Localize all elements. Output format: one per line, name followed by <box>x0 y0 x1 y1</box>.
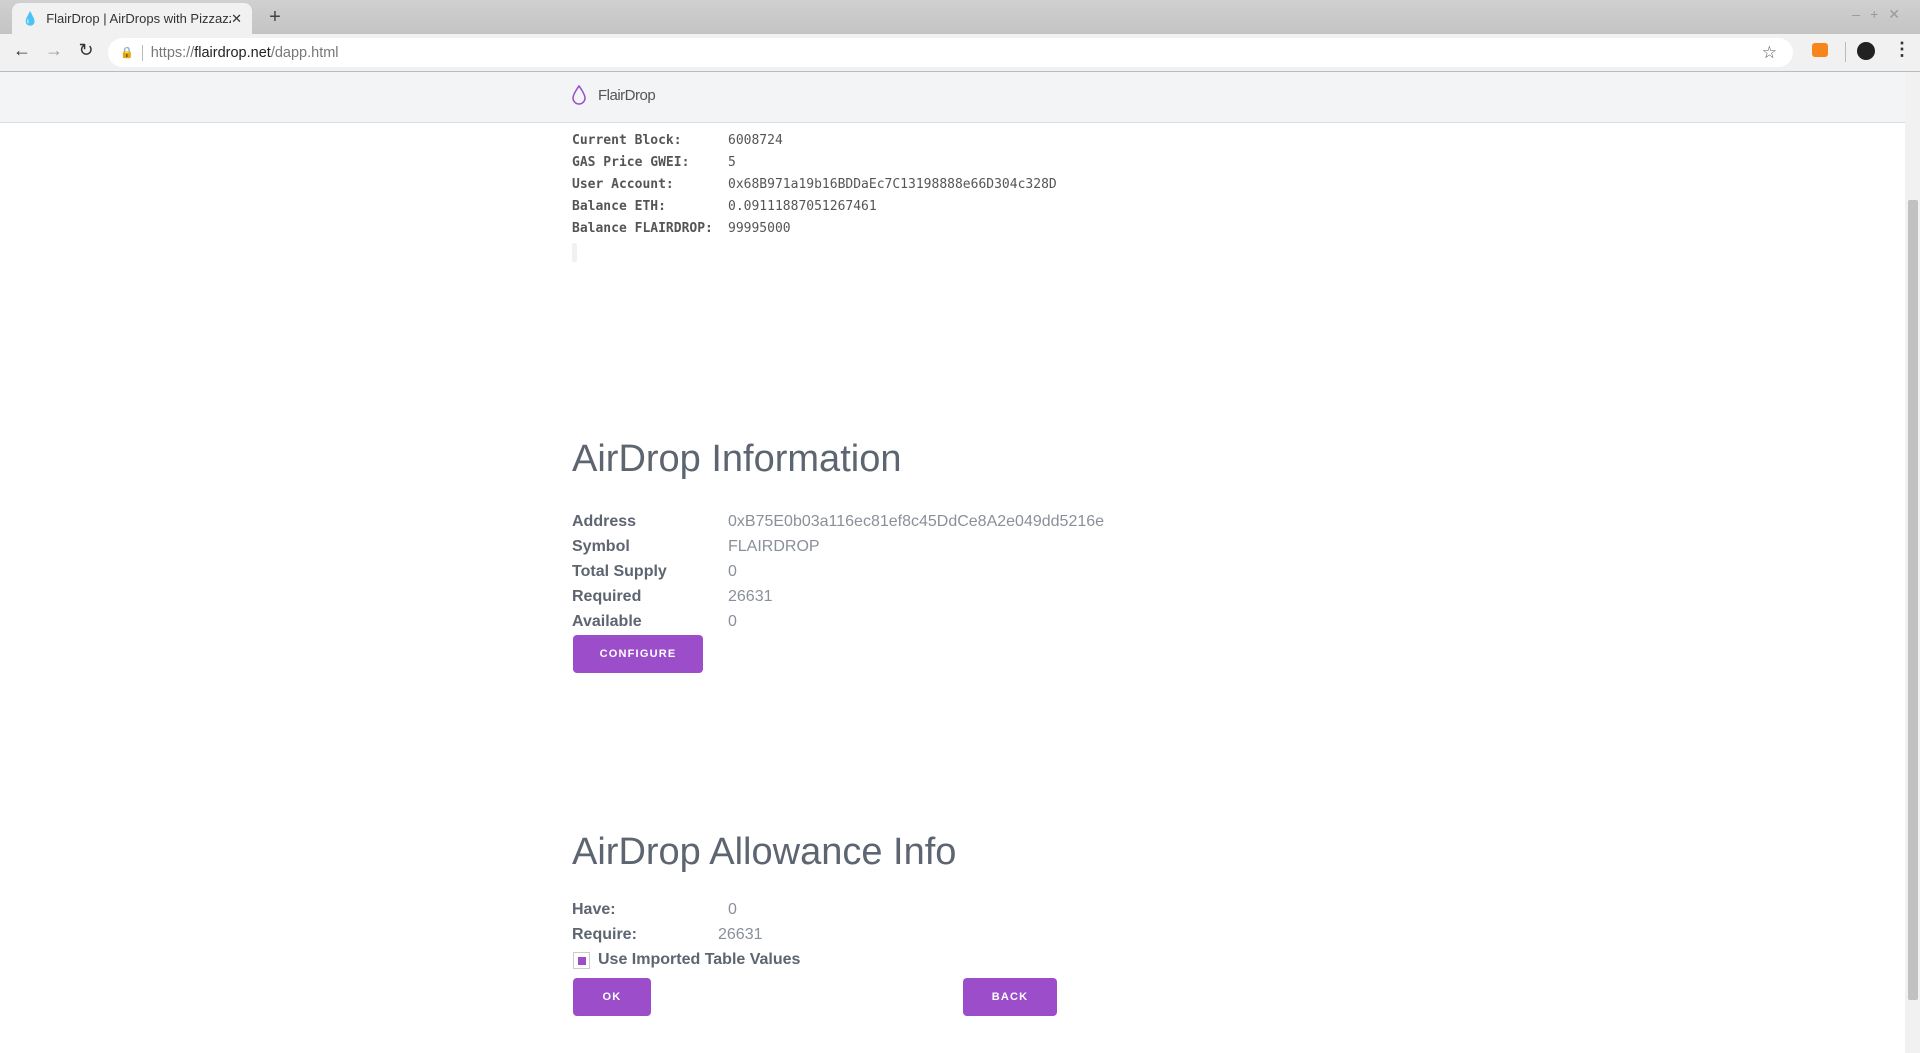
site-header: FlairDrop <box>0 72 1905 123</box>
url-domain: flairdrop.net <box>194 44 271 61</box>
value: 0 <box>728 563 737 580</box>
forward-icon[interactable]: → <box>42 40 66 61</box>
brand-name: FlairDrop <box>598 86 656 104</box>
value: 0xB75E0b03a116ec81ef8c45DdCe8A2e049dd521… <box>728 513 1105 530</box>
value: 99995000 <box>728 221 791 236</box>
label: Required <box>572 588 642 605</box>
label: User Account: <box>572 177 674 192</box>
menu-icon[interactable]: ⋮ <box>1893 39 1911 60</box>
value: 6008724 <box>728 133 783 148</box>
profile-icon[interactable] <box>1857 42 1875 60</box>
reload-icon[interactable]: ↻ <box>74 40 98 61</box>
label: Symbol <box>572 538 630 555</box>
label: Available <box>572 613 642 630</box>
browser-tab[interactable]: 💧 FlairDrop | AirDrops with Pizzazz ✕ <box>12 3 252 34</box>
value: FLAIRDROP <box>728 538 820 555</box>
back-button[interactable]: BACK <box>963 978 1057 1016</box>
ok-button[interactable]: OK <box>573 978 651 1016</box>
use-imported-checkbox[interactable] <box>573 952 590 969</box>
allowance-title: AirDrop Allowance Info <box>572 831 957 873</box>
tab-title: FlairDrop | AirDrops with Pizzazz <box>46 11 232 26</box>
address-bar[interactable]: 🔒 https://flairdrop.net/dapp.html ☆ <box>108 38 1793 67</box>
window-controls[interactable]: –+✕ <box>1852 6 1910 23</box>
droplet-icon: 💧 <box>22 10 39 26</box>
metamask-icon[interactable] <box>1812 43 1828 57</box>
tab-bar: 💧 FlairDrop | AirDrops with Pizzazz ✕ + … <box>0 0 1920 34</box>
label: Address <box>572 513 637 530</box>
have-value: 0 <box>728 901 737 918</box>
new-tab-button[interactable]: + <box>262 6 288 30</box>
value: 26631 <box>728 588 773 605</box>
require-value: 26631 <box>718 926 763 943</box>
value: 0.09111887051267461 <box>728 199 877 214</box>
value: 0 <box>728 613 737 630</box>
label: GAS Price GWEI: <box>572 155 690 170</box>
back-icon[interactable]: ← <box>10 40 34 61</box>
empty-code-block <box>572 243 577 262</box>
airdrop-info-title: AirDrop Information <box>572 438 902 480</box>
url-path: /dapp.html <box>270 44 339 61</box>
droplet-icon <box>572 85 586 105</box>
value: 0x68B971a19b16BDDaEc7C13198888e66D304c32… <box>728 177 1057 192</box>
star-icon[interactable]: ☆ <box>1762 43 1777 63</box>
browser-toolbar: ← → ↻ 🔒 https://flairdrop.net/dapp.html … <box>0 34 1920 72</box>
value: 5 <box>728 155 736 170</box>
have-label: Have: <box>572 901 616 918</box>
scrollbar-thumb[interactable] <box>1908 200 1918 1000</box>
close-icon[interactable]: ✕ <box>231 11 242 27</box>
brand-link[interactable]: FlairDrop <box>572 85 656 105</box>
checkbox-label[interactable]: Use Imported Table Values <box>598 951 800 969</box>
configure-button[interactable]: CONFIGURE <box>573 635 703 673</box>
label: Balance FLAIRDROP: <box>572 221 713 236</box>
lock-icon: 🔒 <box>120 47 134 59</box>
label: Total Supply <box>572 563 667 580</box>
url-scheme: https:// <box>150 44 195 61</box>
label: Balance ETH: <box>572 199 666 214</box>
require-label: Require: <box>572 926 637 943</box>
label: Current Block: <box>572 133 682 148</box>
